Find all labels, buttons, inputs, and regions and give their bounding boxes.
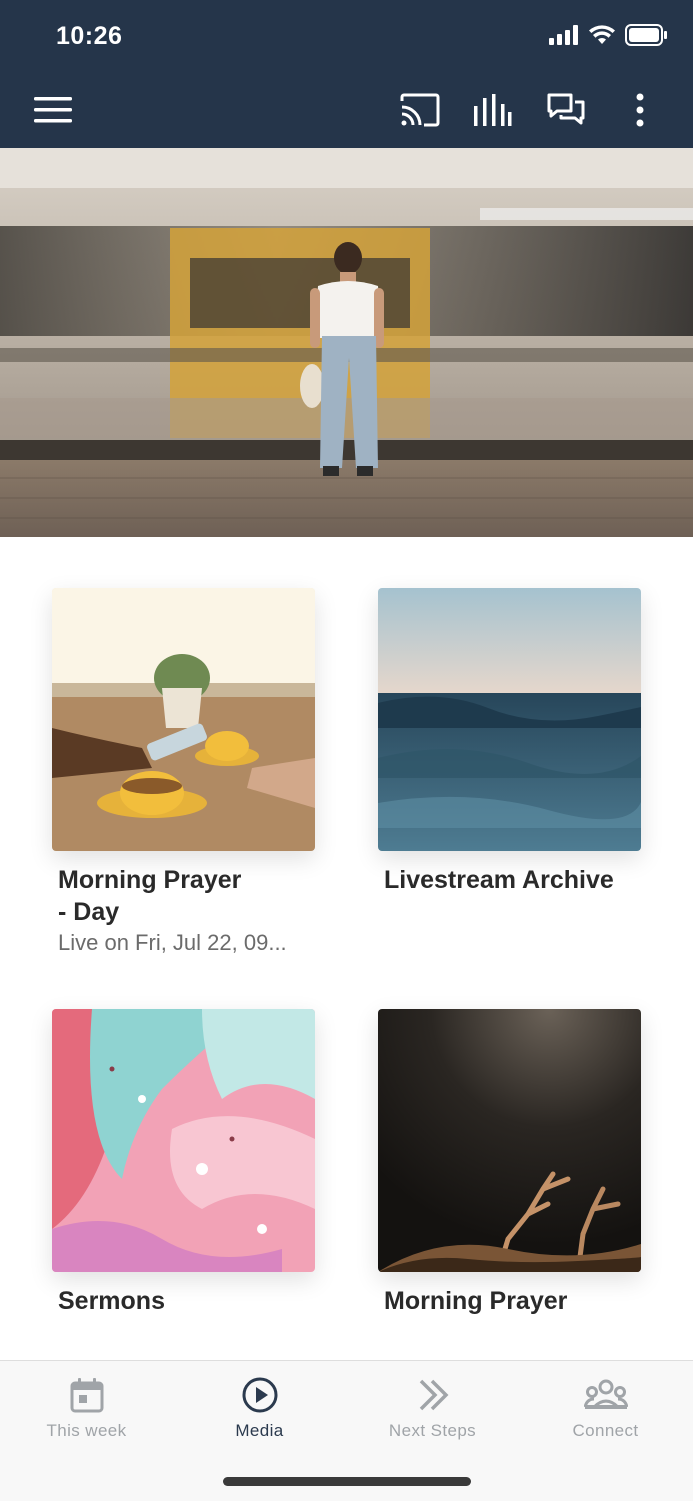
- audio-bars-icon: [474, 94, 512, 126]
- battery-icon: [625, 24, 667, 46]
- menu-button[interactable]: [29, 86, 77, 134]
- card-thumbnail: [52, 588, 315, 851]
- card-title: Sermons: [58, 1287, 165, 1315]
- group-icon: [583, 1379, 628, 1409]
- card-title: Livestream Archive: [384, 866, 614, 894]
- tab-next-steps[interactable]: Next Steps: [346, 1361, 519, 1457]
- card-thumbnail: [378, 1009, 641, 1272]
- wifi-icon: [589, 25, 615, 44]
- chat-icon: [547, 93, 585, 125]
- status-time: 10:26: [56, 22, 123, 50]
- double-chevron-icon: [419, 1379, 448, 1411]
- home-indicator: [223, 1477, 471, 1486]
- tab-label: This week: [46, 1421, 127, 1440]
- tab-media[interactable]: Media: [173, 1361, 346, 1457]
- cast-icon: [400, 93, 440, 127]
- tab-label: Connect: [572, 1421, 639, 1440]
- signal-icon: [549, 25, 578, 45]
- card-title: Morning Prayer: [384, 1287, 568, 1315]
- calendar-icon: [70, 1378, 103, 1413]
- tab-this-week[interactable]: This week: [0, 1361, 173, 1457]
- hero-image: [0, 148, 693, 537]
- hamburger-icon: [34, 97, 72, 123]
- chat-button[interactable]: [542, 86, 590, 134]
- card-title: Morning Prayer - Day: [58, 866, 242, 926]
- card-thumbnail: [52, 1009, 315, 1272]
- card-thumbnail: [378, 588, 641, 851]
- tab-label: Next Steps: [388, 1421, 477, 1440]
- app-header: 10:26: [0, 0, 693, 148]
- play-circle-icon: [242, 1377, 277, 1413]
- tab-connect[interactable]: Connect: [519, 1361, 692, 1457]
- card-subtitle: Live on Fri, Jul 22, 09...: [58, 930, 287, 955]
- tab-label: Media: [235, 1421, 284, 1440]
- audio-button[interactable]: [468, 86, 516, 134]
- status-icons: [549, 24, 667, 46]
- more-button[interactable]: [616, 86, 664, 134]
- more-vertical-icon: [636, 93, 644, 127]
- cast-button[interactable]: [396, 86, 444, 134]
